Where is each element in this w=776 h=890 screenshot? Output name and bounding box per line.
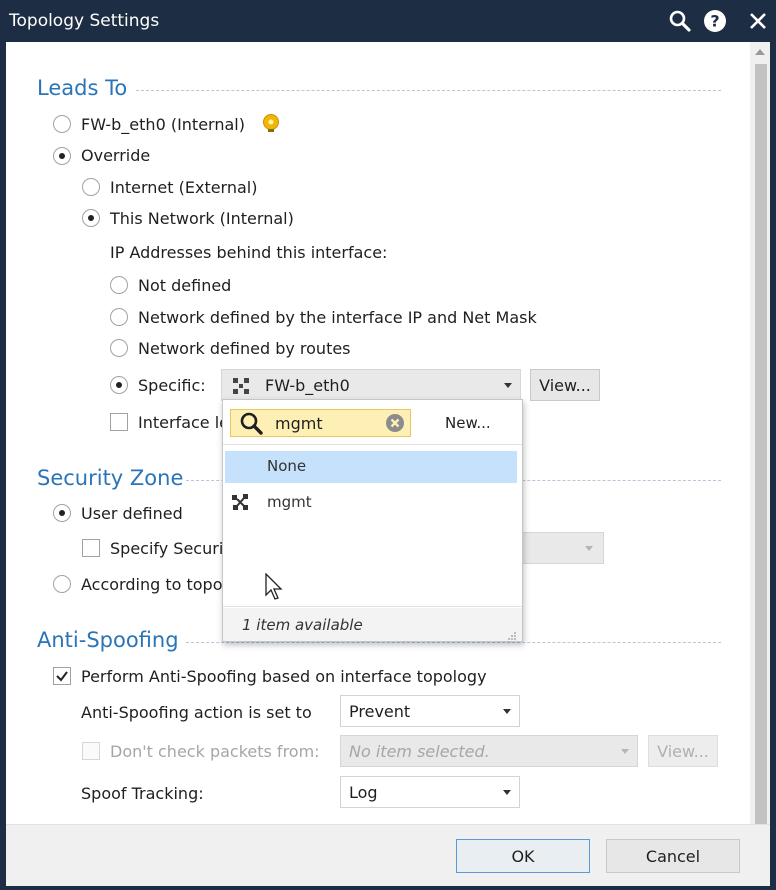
scroll-thumb[interactable] [755, 64, 767, 824]
topology-settings-window: Topology Settings ? Leads To FW-b_eth0 (… [0, 0, 776, 890]
settings-content: Leads To FW-b_eth0 (Internal) Override I… [6, 42, 770, 824]
spoof-tracking-label: Spoof Tracking: [81, 784, 204, 803]
cancel-button[interactable]: Cancel [606, 839, 740, 873]
dropdown-list: None mgmt [223, 444, 522, 607]
ip-addresses-label: IP Addresses behind this interface: [110, 243, 388, 262]
perform-anti-spoofing-label: Perform Anti-Spoofing based on interface… [81, 667, 487, 686]
dropdown-item-mgmt[interactable]: mgmt [225, 487, 517, 519]
specify-security-zone-label: Specify Securi [110, 539, 224, 558]
radio-override-label: Override [81, 146, 151, 165]
interface-leads-checkbox[interactable] [110, 413, 128, 431]
dont-check-packets-label: Don't check packets from: [110, 742, 320, 761]
radio-network-ip-mask-label: Network defined by the interface IP and … [138, 308, 537, 327]
ok-button[interactable]: OK [456, 839, 590, 873]
chevron-down-icon [585, 546, 593, 551]
dont-check-packets-placeholder: No item selected. [349, 742, 490, 761]
radio-interface[interactable] [53, 115, 71, 133]
dropdown-search-box [230, 409, 411, 437]
security-zone-title: Security Zone [37, 466, 184, 490]
dropdown-item-count: 1 item available [242, 616, 363, 634]
radio-internet-external-label: Internet (External) [110, 178, 258, 197]
view-dont-check-button[interactable]: View... [648, 735, 718, 767]
radio-this-network-label: This Network (Internal) [110, 209, 294, 228]
radio-internet-external[interactable] [82, 178, 100, 196]
svg-text:?: ? [710, 12, 719, 31]
chevron-down-icon [503, 709, 511, 714]
radio-this-network[interactable] [82, 209, 100, 227]
chevron-down-icon [503, 790, 511, 795]
anti-spoofing-action-value: Prevent [349, 702, 411, 721]
dialog-footer: OK Cancel [6, 824, 770, 886]
chevron-down-icon [504, 383, 512, 388]
dropdown-item-none[interactable]: None [225, 451, 517, 483]
hint-bulb-icon[interactable] [262, 114, 280, 138]
spoof-tracking-combo[interactable]: Log [340, 776, 520, 808]
anti-spoofing-action-combo[interactable]: Prevent [340, 695, 520, 727]
window-title: Topology Settings [9, 11, 160, 31]
vertical-scrollbar[interactable] [750, 42, 770, 824]
radio-not-defined[interactable] [110, 276, 128, 294]
radio-according-topology-label: According to topo [81, 575, 223, 594]
help-icon[interactable]: ? [702, 8, 728, 34]
resize-grip-icon[interactable] [507, 626, 517, 640]
leads-to-separator [136, 90, 721, 91]
radio-specific-label: Specific: [138, 376, 206, 395]
scroll-up-icon[interactable] [750, 42, 770, 62]
radio-network-routes[interactable] [110, 339, 128, 357]
dont-check-packets-checkbox[interactable] [82, 742, 100, 760]
spoof-tracking-value: Log [349, 783, 378, 802]
network-dropdown-popup: New... None mgmt 1 item available [222, 399, 523, 642]
radio-override[interactable] [53, 147, 71, 165]
search-icon[interactable] [667, 8, 693, 34]
dropdown-item-label: mgmt [267, 493, 312, 511]
network-group-icon [232, 377, 250, 399]
dropdown-new-link[interactable]: New... [445, 414, 491, 432]
leads-to-title: Leads To [37, 76, 128, 100]
interface-leads-label: Interface le [138, 413, 230, 432]
perform-anti-spoofing-checkbox[interactable] [53, 667, 71, 685]
radio-network-routes-label: Network defined by routes [138, 339, 351, 358]
mouse-cursor-icon [265, 572, 285, 605]
dropdown-item-label: None [267, 457, 307, 475]
radio-user-defined[interactable] [53, 504, 71, 522]
radio-according-topology[interactable] [53, 575, 71, 593]
view-specific-button[interactable]: View... [530, 369, 600, 401]
anti-spoofing-title: Anti-Spoofing [37, 628, 179, 652]
clear-search-icon[interactable] [385, 413, 405, 437]
radio-not-defined-label: Not defined [138, 276, 232, 295]
specific-network-combo[interactable]: FW-b_eth0 [221, 369, 521, 401]
radio-network-ip-mask[interactable] [110, 308, 128, 326]
dropdown-footer: 1 item available [223, 608, 522, 641]
chevron-down-icon [621, 749, 629, 754]
network-object-icon [231, 493, 251, 517]
specify-security-zone-checkbox[interactable] [82, 539, 100, 557]
radio-user-defined-label: User defined [81, 504, 183, 523]
anti-spoofing-action-label: Anti-Spoofing action is set to [81, 703, 312, 722]
title-bar: Topology Settings ? [0, 0, 776, 42]
specific-network-value: FW-b_eth0 [265, 376, 350, 395]
search-icon [239, 411, 265, 439]
radio-interface-label: FW-b_eth0 (Internal) [81, 115, 245, 134]
anti-spoofing-separator [186, 642, 721, 643]
dropdown-search-input[interactable] [275, 413, 375, 433]
radio-specific[interactable] [110, 376, 128, 394]
dont-check-packets-combo[interactable]: No item selected. [340, 735, 638, 767]
close-icon[interactable] [745, 8, 771, 34]
